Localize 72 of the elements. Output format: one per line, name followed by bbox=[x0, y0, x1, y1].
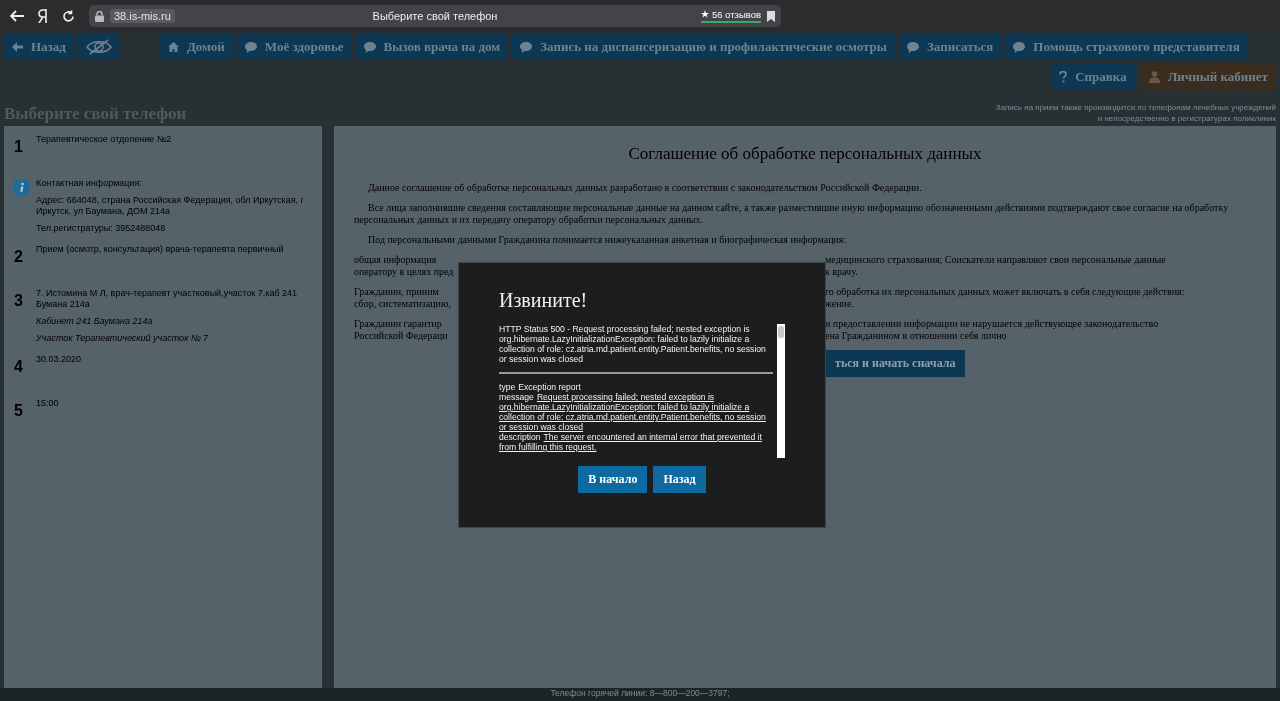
paragraph-fragment: ена Гражданином в отношении себя лично bbox=[825, 330, 1007, 342]
eye-icon bbox=[85, 39, 112, 55]
scrollbar[interactable] bbox=[777, 324, 785, 458]
arrow-left-icon bbox=[12, 42, 23, 52]
accessibility-button[interactable] bbox=[77, 34, 120, 60]
nav-button[interactable]: Записаться bbox=[899, 34, 1002, 60]
note-text: и непосредственно в регистратурах поликлиник bbox=[1096, 113, 1276, 124]
nav-button[interactable]: Помощь страхового представителя bbox=[1005, 34, 1248, 60]
paragraph-fragment: Российской Федераци bbox=[354, 330, 448, 341]
speech-bubble-icon bbox=[1013, 41, 1026, 53]
step-text: 30.03.2020 bbox=[36, 354, 83, 365]
home-icon bbox=[167, 42, 179, 52]
user-icon bbox=[1148, 71, 1160, 83]
paragraph-fragment: медицинского страхования; Соискатели направляют свои персональные данные bbox=[825, 254, 1166, 266]
report-line: type Exception report bbox=[499, 382, 582, 392]
step-number: 1 bbox=[14, 137, 24, 157]
page-title-text: Выберите свой телефон bbox=[372, 10, 498, 22]
paragraph-fragment: и предоставлении информации не нарушается действующее законодательство bbox=[825, 318, 1159, 330]
agreement-paragraph: Под персональными данными Гражданина понимается нижеуказанная анкетная и биографическая информация: bbox=[367, 234, 848, 246]
step-text: 7. Истомина М Л, врач-терапевт участковый,участок 7,каб 241 Бумана 214а bbox=[36, 288, 299, 310]
agreement-paragraph: Все лица заполнившие сведения составляющие персональные данные на данном сайте, а также разместившие иную информацию обозначенными действиями подтверждают свое согласие на обработку персональных данных и их передачу оператору обработки персональных данных. bbox=[354, 202, 1230, 226]
paragraph-fragment: Гражданин, приним bbox=[354, 286, 439, 297]
step-text: Кабинет 241 Баумана 214а bbox=[36, 316, 154, 327]
nav-button[interactable]: Моё здоровье bbox=[236, 34, 352, 60]
speech-bubble-icon bbox=[363, 41, 376, 53]
report-line: description The server encountered an internal error that prevented it from fulfilling this request. bbox=[499, 432, 763, 452]
nav-button[interactable]: Домой bbox=[159, 34, 233, 60]
dialog-title: Извините! bbox=[499, 289, 589, 312]
paragraph-fragment: жение. bbox=[825, 298, 854, 310]
dialog-button[interactable]: Назад bbox=[653, 466, 706, 493]
note-text: Запись на прием также производится по телефонам лечебных учреждений bbox=[995, 102, 1276, 113]
step-text: Терапевтическое отделение №2 bbox=[36, 134, 173, 145]
paragraph-fragment: к врачу. bbox=[825, 266, 858, 278]
step-number: 3 bbox=[14, 291, 24, 311]
help-button[interactable]: Справка bbox=[1051, 64, 1135, 90]
paragraph-fragment: Гражданин гарантир bbox=[354, 318, 442, 329]
lock-icon bbox=[95, 10, 104, 22]
info-icon bbox=[14, 180, 29, 195]
step-number: 2 bbox=[14, 247, 24, 267]
restart-button[interactable]: ться и начать сначала bbox=[825, 350, 966, 377]
step-text: 15:00 bbox=[36, 398, 60, 409]
agreement-title: Соглашение об обработке персональных данных bbox=[627, 144, 983, 164]
bookmark-icon[interactable] bbox=[767, 10, 775, 22]
url-text: 38.is-mis.ru bbox=[110, 9, 175, 23]
step-text: Адрес: 664048, страна Российская Федерация, обл Иркутская, г Иркутск, ул Баумана, ДОМ 214а bbox=[36, 195, 305, 217]
question-mark-icon bbox=[1059, 71, 1068, 83]
step-text: Тел.регистратуры: 3952488048 bbox=[36, 223, 167, 234]
nav-button[interactable]: Запись на диспансеризацию и профилактические осмотры bbox=[512, 34, 895, 60]
speech-bubble-icon bbox=[907, 41, 919, 53]
speech-bubble-icon bbox=[520, 41, 533, 53]
back-arrow-icon[interactable] bbox=[10, 10, 24, 22]
reload-icon[interactable] bbox=[62, 9, 75, 23]
step-text: Контактная информация: bbox=[36, 178, 143, 189]
paragraph-fragment: общая информация bbox=[354, 254, 437, 265]
speech-bubble-icon bbox=[244, 41, 257, 53]
step-text: Участок Терапевтический участок № 7 bbox=[36, 333, 210, 344]
reviews-badge[interactable]: 56 отзывов bbox=[700, 9, 761, 23]
agreement-paragraph: Данное соглашение об обработке персональных данных разработано в соответствии с законодательством Российской Федерации. bbox=[367, 182, 923, 194]
error-status: HTTP Status 500 - Request processing failed; nested exception is org.hibernate.LazyInitializationException: failed to lazily initialize a collection of role: cz.atria.md.patient.entity.Patient.benefits, no session or session was closed bbox=[499, 324, 773, 374]
dialog-button[interactable]: В начало bbox=[578, 466, 648, 493]
paragraph-fragment: сбор, систематизацию, bbox=[354, 298, 451, 309]
hotline-text: Телефон горячей линии: 8—800—200—3797; bbox=[0, 688, 1280, 701]
paragraph-fragment: оператору в целях пред bbox=[354, 266, 454, 277]
step-number: 4 bbox=[14, 357, 24, 377]
address-bar[interactable]: 38.is-mis.ru Выберите свой телефон 56 отзывов bbox=[89, 5, 781, 27]
nav-button[interactable]: Вызов врача на дом bbox=[355, 34, 509, 60]
nav-button[interactable]: Назад bbox=[4, 34, 74, 60]
step-number: 5 bbox=[14, 401, 24, 421]
browser-logo-icon[interactable] bbox=[38, 9, 48, 23]
paragraph-fragment: го обработка их персональных данных может включать в себя следующие действия: bbox=[825, 286, 1185, 298]
step-text: Прием (осмотр, консультация) врача-терапевта первичный bbox=[36, 244, 285, 255]
account-button[interactable]: Личный кабинет bbox=[1140, 64, 1276, 90]
